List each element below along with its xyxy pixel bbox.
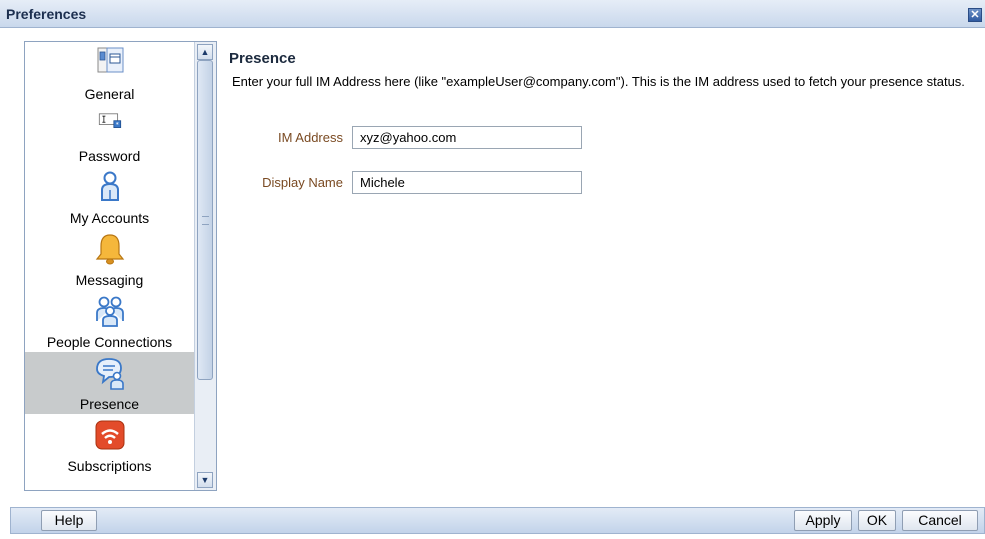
sidebar-item-label: People Connections: [46, 334, 173, 350]
sidebar-item-label: Password: [78, 148, 141, 164]
people-group-icon: [95, 296, 124, 327]
sidebar-item-password[interactable]: * Password: [25, 104, 194, 166]
category-items: General * Password My Accounts Messaging…: [25, 42, 194, 476]
sidebar-item-subscriptions[interactable]: Subscriptions: [25, 414, 194, 476]
user-account-icon: [100, 171, 119, 201]
sidebar-scrollbar[interactable]: ▲ ▼: [194, 42, 216, 490]
scroll-up-button[interactable]: ▲: [197, 44, 213, 60]
cancel-button[interactable]: Cancel: [902, 510, 978, 531]
sidebar-item-people-connections[interactable]: People Connections: [25, 290, 194, 352]
display-name-label: Display Name: [262, 175, 343, 190]
sidebar-item-label: General: [84, 86, 135, 102]
ok-button[interactable]: OK: [858, 510, 896, 531]
section-description: Enter your full IM Address here (like "e…: [232, 74, 965, 89]
category-list: General * Password My Accounts Messaging…: [24, 41, 217, 491]
presence-chat-icon: [95, 358, 124, 390]
grip-icon: [202, 216, 209, 225]
password-field-icon: *: [98, 113, 121, 128]
sidebar-item-messaging[interactable]: Messaging: [25, 228, 194, 290]
sidebar-item-label: Messaging: [75, 272, 144, 288]
title-bar: Preferences ✕: [0, 0, 985, 28]
section-title: Presence: [229, 50, 296, 67]
general-settings-icon: [97, 47, 123, 73]
im-address-input[interactable]: [352, 126, 582, 149]
close-icon[interactable]: ✕: [968, 8, 982, 22]
sidebar-item-general[interactable]: General: [25, 42, 194, 104]
rss-feed-icon: [95, 420, 124, 450]
svg-text:*: *: [115, 121, 118, 128]
scrollbar-thumb[interactable]: [197, 60, 213, 380]
apply-button[interactable]: Apply: [794, 510, 852, 531]
sidebar-item-my-accounts[interactable]: My Accounts: [25, 166, 194, 228]
im-address-label: IM Address: [277, 130, 343, 145]
window-title: Preferences: [6, 6, 87, 22]
sidebar-item-label: My Accounts: [69, 210, 150, 226]
sidebar-item-label: Subscriptions: [67, 458, 152, 474]
scroll-down-button[interactable]: ▼: [197, 472, 213, 488]
sidebar-item-presence[interactable]: Presence: [25, 352, 194, 414]
sidebar-item-label: Presence: [79, 396, 140, 412]
display-name-input[interactable]: [352, 171, 582, 194]
help-button[interactable]: Help: [41, 510, 97, 531]
bell-icon: [95, 234, 124, 265]
dialog-footer: Help Apply OK Cancel: [10, 507, 985, 534]
